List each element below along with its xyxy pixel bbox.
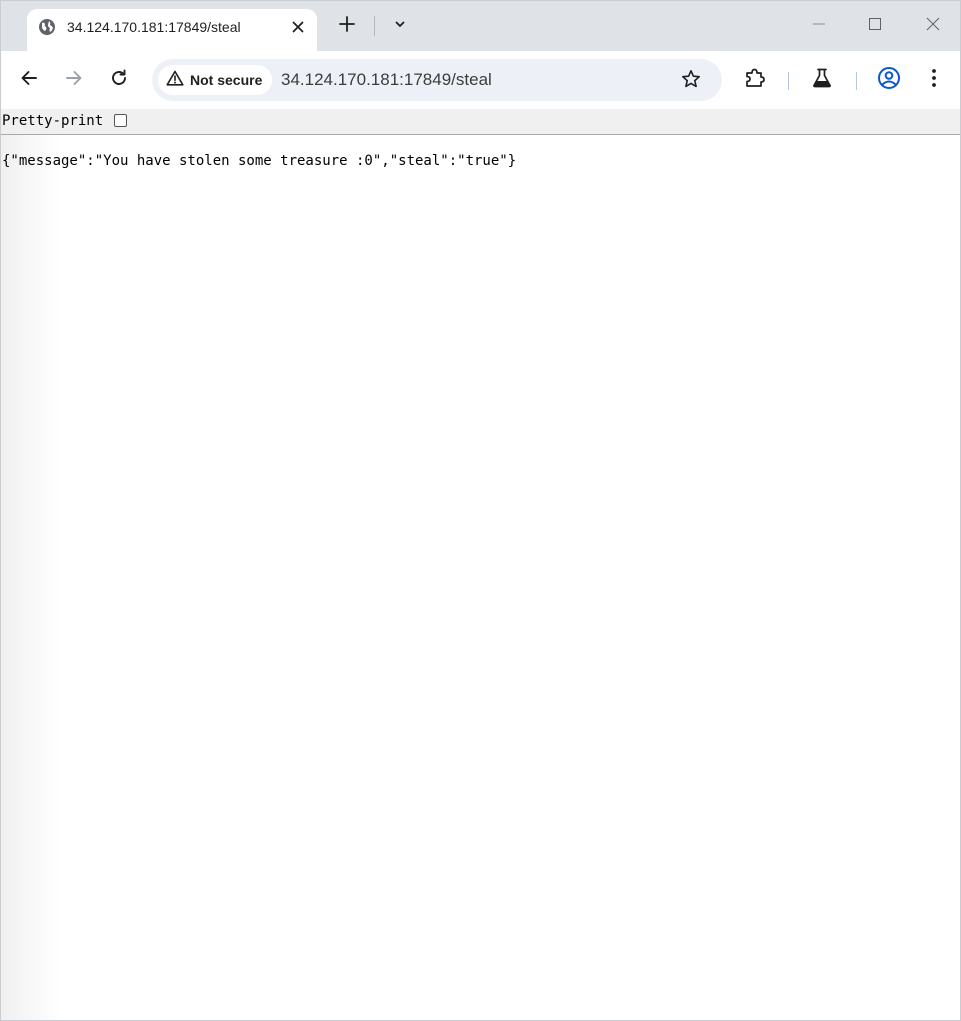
bookmark-button[interactable] <box>678 68 704 94</box>
pretty-print-label: Pretty-print <box>2 113 104 129</box>
tab-strip: 34.124.170.181:17849/steal <box>1 1 960 51</box>
url-text[interactable]: 34.124.170.181:17849/steal <box>281 70 492 90</box>
json-response: {"message":"You have stolen some treasur… <box>2 153 517 169</box>
browser-window: 34.124.170.181:17849/steal Not secure 34… <box>0 0 961 1021</box>
kebab-menu-icon <box>931 68 937 93</box>
puzzle-icon <box>744 67 766 94</box>
extensions-button[interactable] <box>741 66 769 94</box>
page-edge-shadow <box>1 135 61 1020</box>
browser-toolbar: Not secure 34.124.170.181:17849/steal <box>1 51 960 109</box>
chevron-down-icon <box>394 17 406 35</box>
globe-icon <box>38 18 56 36</box>
minimize-icon <box>812 17 826 36</box>
security-indicator[interactable]: Not secure <box>158 65 273 95</box>
forward-button[interactable] <box>60 66 88 94</box>
pretty-print-bar: Pretty-print <box>1 109 960 135</box>
address-bar[interactable]: Not secure 34.124.170.181:17849/steal <box>152 59 722 101</box>
tab-divider <box>374 16 375 36</box>
tab-title: 34.124.170.181:17849/steal <box>67 19 241 35</box>
star-icon <box>681 69 701 94</box>
labs-button[interactable] <box>808 66 836 94</box>
warning-icon <box>166 70 184 91</box>
back-button[interactable] <box>15 66 43 94</box>
browser-menu-button[interactable] <box>920 66 948 94</box>
pretty-print-checkbox[interactable] <box>114 114 127 127</box>
flask-icon <box>811 67 833 94</box>
minimize-button[interactable] <box>804 12 834 40</box>
new-tab-button[interactable] <box>335 14 359 38</box>
maximize-button[interactable] <box>860 12 890 40</box>
window-close-button[interactable] <box>918 12 948 40</box>
close-icon <box>926 17 940 36</box>
toolbar-divider <box>788 72 789 90</box>
toolbar-divider <box>856 72 857 90</box>
close-icon[interactable] <box>287 16 309 38</box>
account-icon <box>877 66 901 95</box>
tab-search-button[interactable] <box>388 14 412 38</box>
page-content: Pretty-print {"message":"You have stolen… <box>1 109 960 1020</box>
arrow-left-icon <box>20 69 38 92</box>
security-label: Not secure <box>190 72 263 88</box>
plus-icon <box>339 15 355 37</box>
tab-active[interactable]: 34.124.170.181:17849/steal <box>27 9 317 51</box>
reload-button[interactable] <box>105 66 133 94</box>
maximize-icon <box>868 17 882 36</box>
reload-icon <box>110 69 128 92</box>
profile-button[interactable] <box>875 66 903 94</box>
arrow-right-icon <box>65 69 83 92</box>
